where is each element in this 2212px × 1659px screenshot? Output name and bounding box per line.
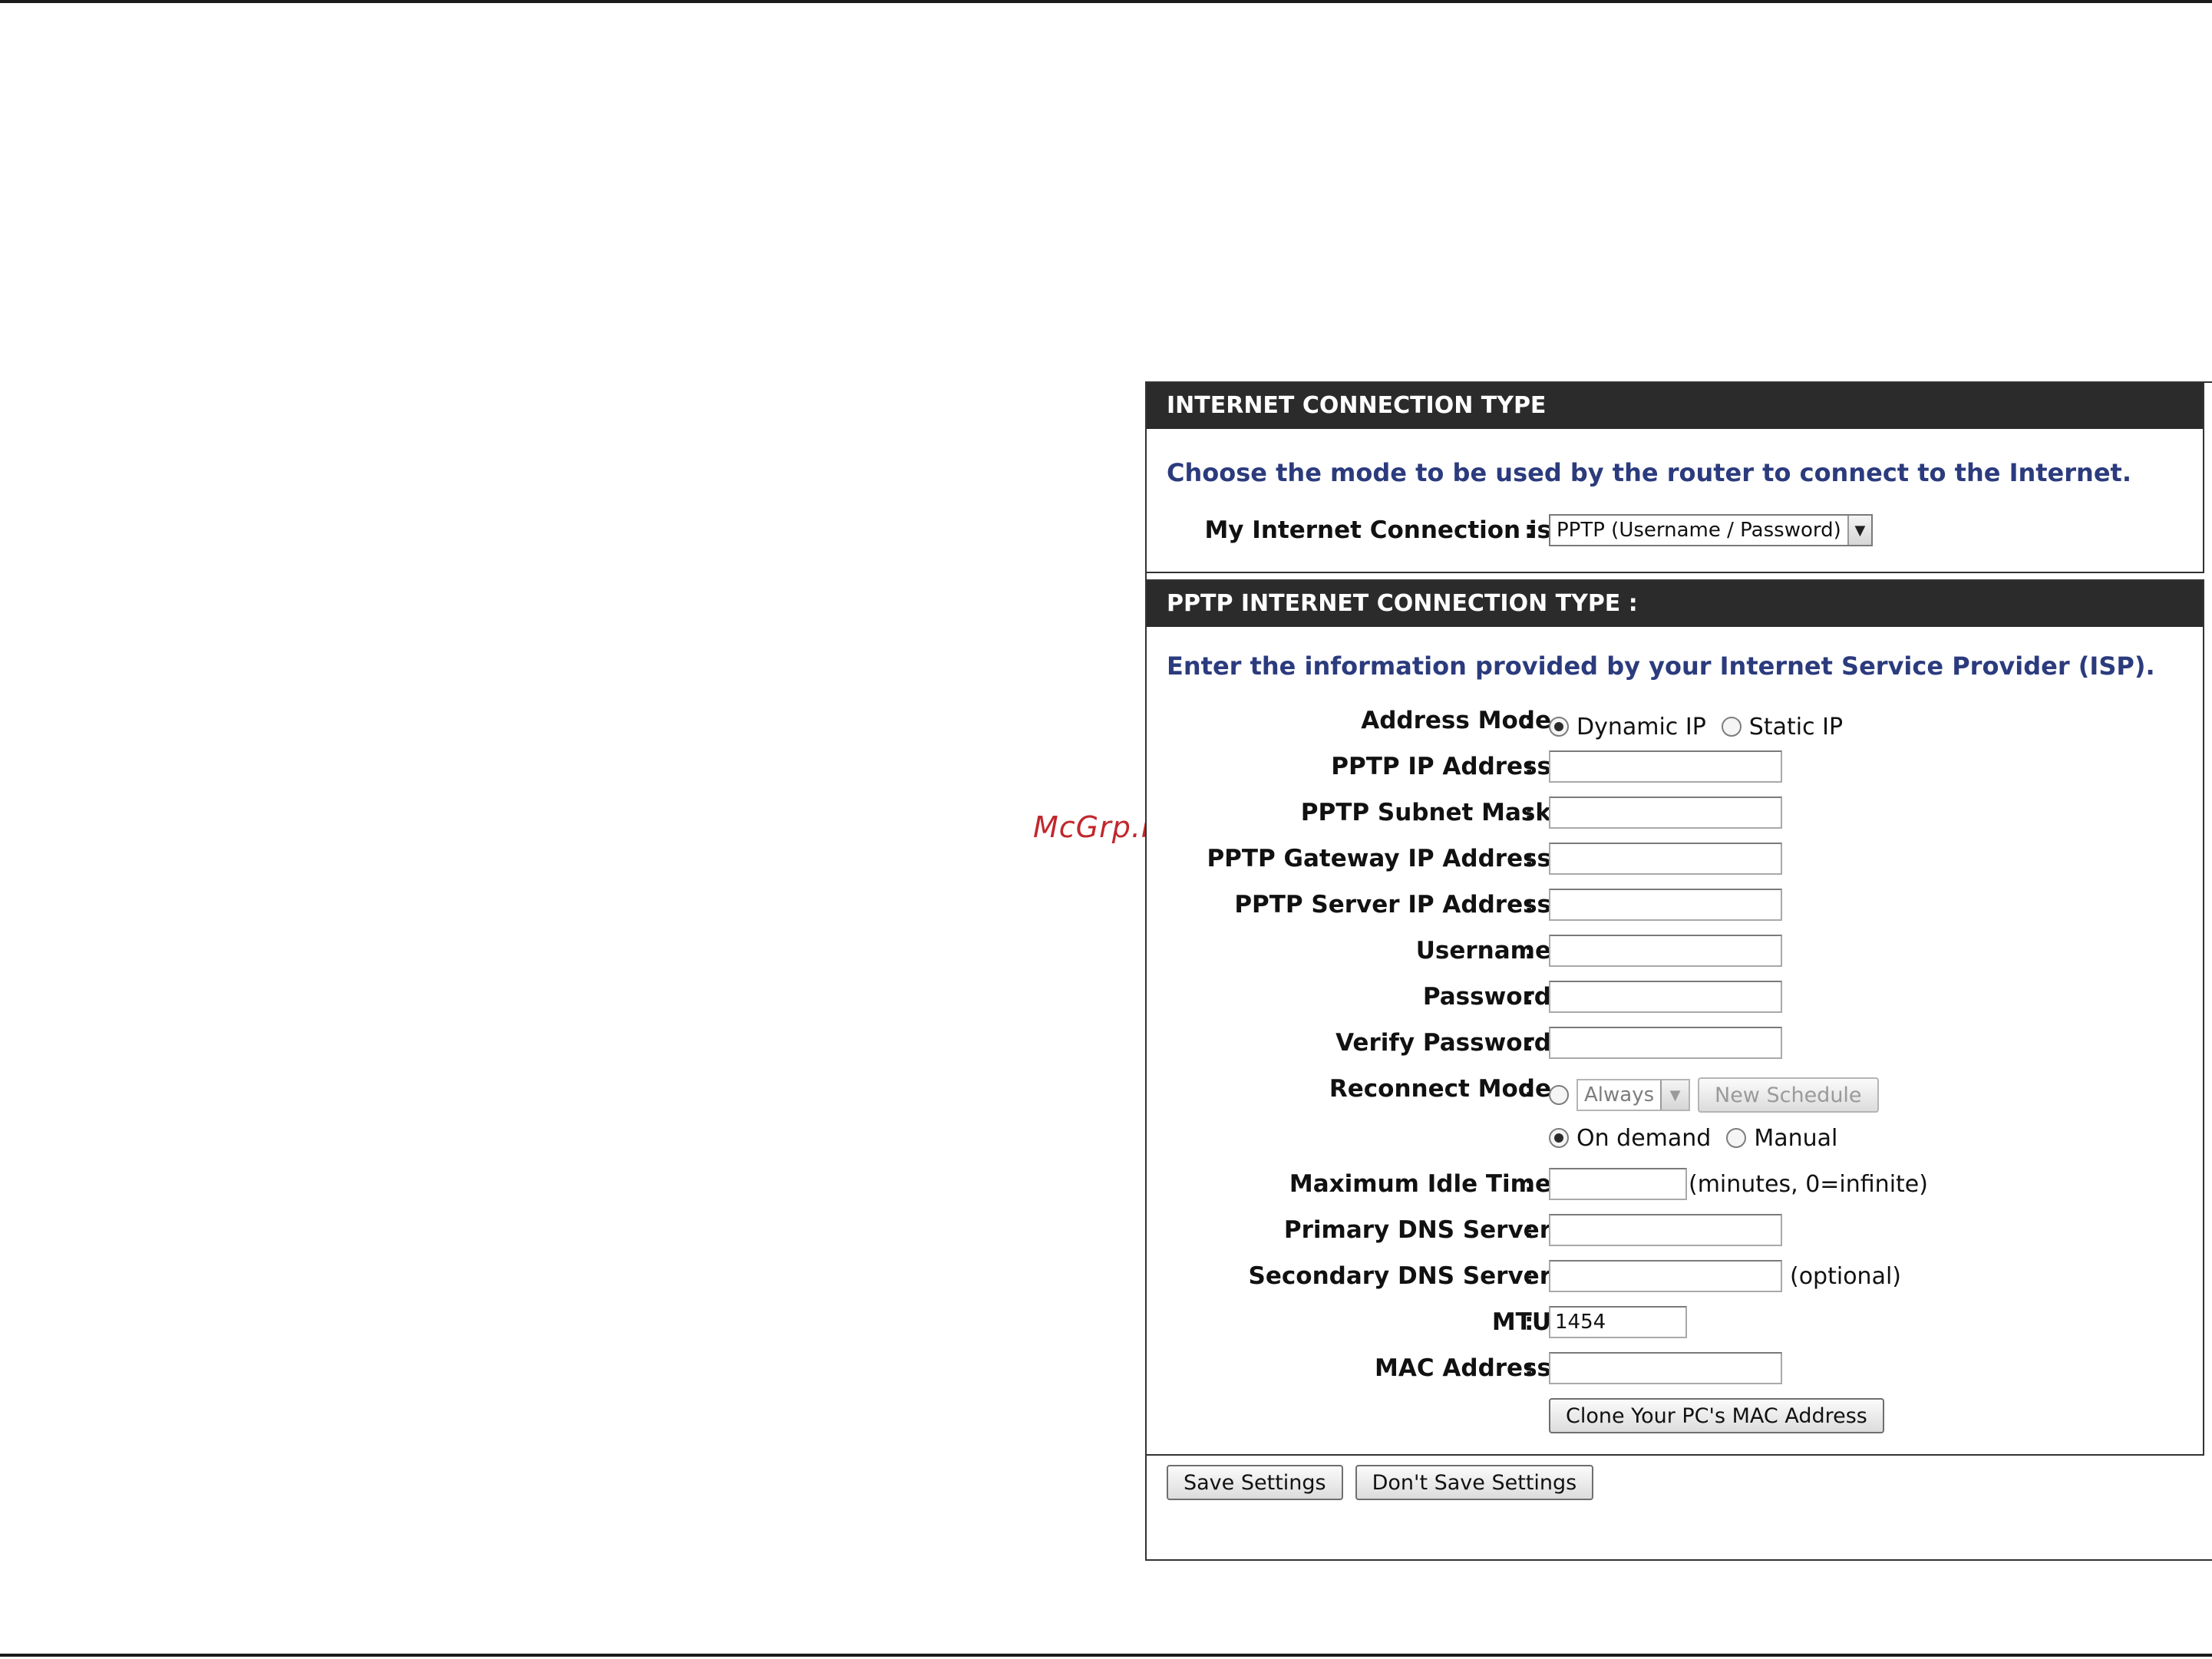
secondary-dns-note: (optional)	[1790, 1262, 1901, 1290]
pptp-server-row: PPTP Server IP Address :	[1147, 886, 2204, 923]
on-demand-radio[interactable]	[1549, 1128, 1569, 1148]
field-label: Maximum Idle Time	[1289, 1170, 1551, 1198]
radio-label: Dynamic IP	[1576, 713, 1706, 740]
top-rule	[0, 0, 2212, 3]
connection-type-select[interactable]: PPTP (Username / Password) ▼	[1549, 514, 1873, 546]
section-header: INTERNET CONNECTION TYPE	[1147, 383, 2203, 429]
action-bar: Save Settings Don't Save Settings	[1167, 1465, 1594, 1500]
username-input[interactable]	[1549, 935, 1782, 967]
field-label: PPTP IP Address	[1331, 753, 1551, 780]
password-row: Password :	[1147, 978, 2204, 1015]
internet-connection-type-section: INTERNET CONNECTION TYPE Choose the mode…	[1147, 383, 2204, 573]
password-input[interactable]	[1549, 981, 1782, 1013]
bottom-rule	[0, 1654, 2212, 1657]
primary-dns-input[interactable]	[1549, 1214, 1782, 1246]
dynamic-ip-radio[interactable]	[1549, 717, 1569, 737]
verify-password-row: Verify Password :	[1147, 1024, 2204, 1061]
field-label: My Internet Connection is	[1204, 516, 1551, 544]
radio-label: Static IP	[1748, 713, 1844, 740]
reconnect-options-row: On demand Manual	[1147, 1120, 2204, 1156]
section-intro: Choose the mode to be used by the router…	[1167, 458, 2131, 487]
idle-time-note: (minutes, 0=infinite)	[1689, 1170, 1928, 1198]
mtu-row: MTU :	[1147, 1304, 2204, 1341]
field-label: Primary DNS Server	[1283, 1216, 1551, 1244]
mtu-input[interactable]	[1549, 1306, 1687, 1338]
pptp-ip-row: PPTP IP Address :	[1147, 748, 2204, 785]
field-label: PPTP Server IP Address	[1234, 891, 1551, 919]
idle-time-row: Maximum Idle Time : (minutes, 0=infinite…	[1147, 1166, 2204, 1202]
verify-password-input[interactable]	[1549, 1027, 1782, 1059]
idle-time-input[interactable]	[1549, 1168, 1687, 1200]
section-header: PPTP INTERNET CONNECTION TYPE :	[1147, 581, 2203, 627]
chevron-down-icon: ▼	[1660, 1080, 1689, 1110]
pptp-server-input[interactable]	[1549, 889, 1782, 921]
select-value: PPTP (Username / Password)	[1557, 519, 1841, 542]
manual-radio[interactable]	[1726, 1128, 1747, 1148]
pptp-connection-section: PPTP INTERNET CONNECTION TYPE : Enter th…	[1147, 579, 2204, 1456]
address-mode-row: Address Mode : Dynamic IP Static IP	[1147, 702, 2204, 740]
connection-type-row: My Internet Connection is : PPTP (Userna…	[1147, 512, 2204, 549]
settings-panel: INTERNET CONNECTION TYPE Choose the mode…	[1145, 381, 2212, 1561]
mac-address-input[interactable]	[1549, 1352, 1782, 1384]
pptp-ip-input[interactable]	[1549, 750, 1782, 783]
field-label: Secondary DNS Server	[1248, 1262, 1551, 1290]
pptp-gateway-input[interactable]	[1549, 843, 1782, 875]
schedule-select[interactable]: Always ▼	[1576, 1079, 1690, 1111]
mac-address-row: MAC Address :	[1147, 1350, 2204, 1387]
chevron-down-icon: ▼	[1847, 516, 1871, 545]
always-radio[interactable]	[1549, 1085, 1569, 1105]
secondary-dns-input[interactable]	[1549, 1260, 1782, 1292]
field-label: Address Mode	[1361, 707, 1551, 734]
field-label: PPTP Gateway IP Address	[1207, 845, 1551, 872]
field-label: MTU	[1491, 1308, 1551, 1336]
save-settings-button[interactable]: Save Settings	[1167, 1465, 1343, 1500]
radio-label: On demand	[1576, 1124, 1712, 1152]
field-label: Reconnect Mode	[1329, 1075, 1551, 1103]
reconnect-mode-row: Reconnect Mode : Always ▼ New Schedule	[1147, 1070, 2204, 1113]
static-ip-radio[interactable]	[1721, 717, 1742, 737]
primary-dns-row: Primary DNS Server :	[1147, 1212, 2204, 1248]
pptp-gateway-row: PPTP Gateway IP Address :	[1147, 840, 2204, 877]
section-intro: Enter the information provided by your I…	[1167, 651, 2155, 681]
field-label: PPTP Subnet Mask	[1300, 799, 1551, 826]
clone-mac-button[interactable]: Clone Your PC's MAC Address	[1549, 1398, 1884, 1433]
clone-mac-row: Clone Your PC's MAC Address	[1147, 1397, 2204, 1434]
field-label: Verify Password	[1335, 1029, 1551, 1057]
new-schedule-button[interactable]: New Schedule	[1698, 1077, 1879, 1113]
radio-label: Manual	[1754, 1124, 1838, 1152]
secondary-dns-row: Secondary DNS Server : (optional)	[1147, 1258, 2204, 1295]
pptp-subnet-input[interactable]	[1549, 797, 1782, 829]
select-value: Always	[1584, 1083, 1655, 1107]
pptp-subnet-row: PPTP Subnet Mask :	[1147, 794, 2204, 831]
username-row: Username :	[1147, 932, 2204, 969]
dont-save-settings-button[interactable]: Don't Save Settings	[1355, 1465, 1594, 1500]
